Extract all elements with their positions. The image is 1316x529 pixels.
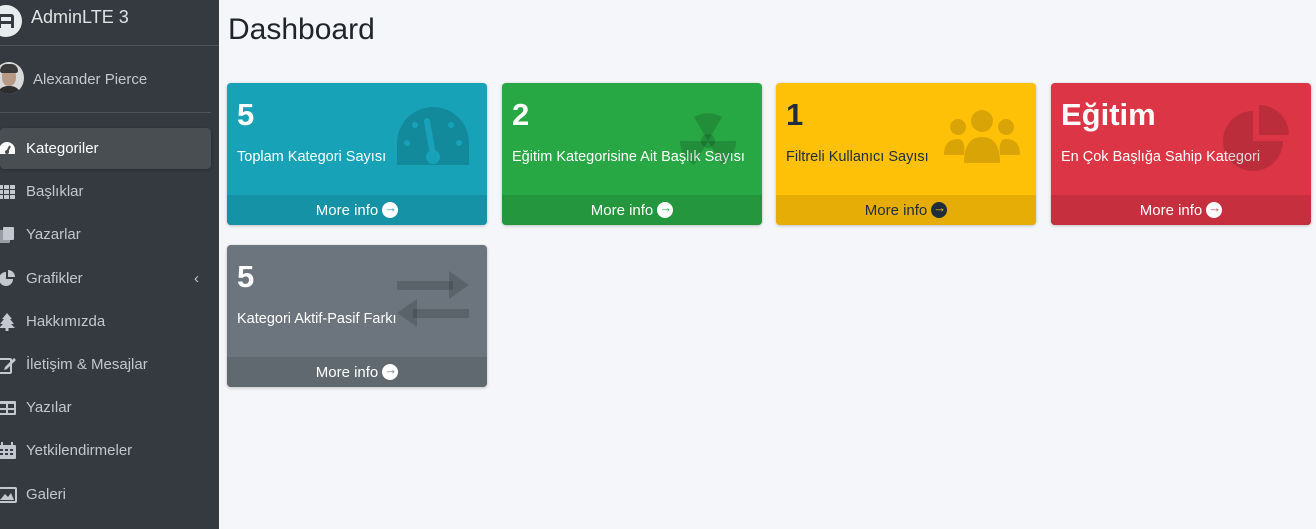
chart-pie-icon — [1223, 105, 1289, 171]
sidebar-item-grafikler[interactable]: Grafikler ‹ — [0, 258, 211, 299]
arrow-circle-right-icon — [382, 362, 399, 380]
tree-icon — [0, 312, 15, 331]
box-label: Kategori Aktif-Pasif Farkı — [237, 311, 397, 327]
tachometer-icon — [397, 107, 469, 165]
sidebar-item-label: Galeri — [26, 485, 67, 503]
chart-pie-icon — [0, 269, 15, 286]
copy-icon — [0, 227, 14, 244]
more-info-link[interactable]: More info — [1051, 195, 1311, 225]
more-info-label: More info — [315, 201, 379, 219]
table-icon — [0, 401, 16, 416]
more-info-label: More info — [315, 363, 379, 381]
user-name[interactable]: Alexander Pierce — [33, 71, 147, 88]
calendar-icon — [0, 442, 16, 460]
user-panel[interactable]: Alexander Pierce — [0, 46, 211, 113]
sidebar-item-iletisim[interactable]: İletişim & Mesajlar — [0, 344, 211, 385]
sidebar-item-basliklar[interactable]: Başlıklar — [0, 171, 211, 212]
small-box-egitim-baslik: 2 Eğitim Kategorisine Ait Başlık Sayısı … — [502, 83, 762, 225]
sidebar: AdminLTE 3 Alexander Pierce Kategoriler … — [0, 0, 219, 529]
users-icon — [944, 110, 1020, 163]
small-box-en-cok-baslik: Eğitim En Çok Başlığa Sahip Kategori Mor… — [1051, 83, 1311, 225]
arrow-circle-right-icon — [657, 200, 674, 218]
more-info-label: More info — [864, 201, 928, 219]
more-info-link[interactable]: More info — [502, 195, 762, 225]
adminlte-logo-icon — [0, 5, 22, 37]
arrow-circle-right-icon — [931, 200, 948, 218]
small-box-filtreli-kullanici: 1 Filtreli Kullanıcı Sayısı More info — [776, 83, 1036, 225]
sidebar-item-label: Yetkilendirmeler — [26, 442, 133, 460]
box-value: 5 — [237, 259, 255, 294]
box-label: Filtreli Kullanıcı Sayısı — [786, 149, 929, 165]
sidebar-item-yazarlar[interactable]: Yazarlar — [0, 214, 211, 255]
arrow-circle-right-icon — [382, 200, 399, 218]
tachometer-icon — [0, 142, 15, 154]
more-info-link[interactable]: More info — [227, 195, 487, 225]
box-label: Toplam Kategori Sayısı — [237, 149, 387, 165]
more-info-link[interactable]: More info — [776, 195, 1036, 225]
box-value: 1 — [786, 97, 804, 132]
sidebar-nav: Kategoriler Başlıklar Yazarlar Grafikler… — [0, 128, 219, 517]
more-info-label: More info — [590, 201, 654, 219]
sidebar-item-kategoriler[interactable]: Kategoriler — [0, 128, 211, 169]
page-title: Dashboard — [228, 13, 375, 46]
sidebar-item-label: Grafikler — [26, 269, 83, 287]
exchange-icon — [397, 271, 469, 327]
sidebar-item-label: Yazılar — [26, 399, 72, 417]
th-icon — [0, 185, 15, 200]
sidebar-item-label: Hakkımızda — [26, 312, 106, 330]
more-info-link[interactable]: More info — [227, 357, 487, 387]
sidebar-item-label: Kategoriler — [26, 140, 99, 157]
sidebar-item-label: Başlıklar — [26, 183, 84, 201]
box-value: 2 — [512, 97, 530, 132]
arrow-circle-right-icon — [1206, 200, 1223, 218]
sidebar-item-galeri[interactable]: Galeri — [0, 474, 211, 515]
image-icon — [0, 486, 17, 503]
radiation-icon — [680, 113, 736, 165]
small-box-aktif-pasif: 5 Kategori Aktif-Pasif Farkı More info — [227, 245, 487, 387]
sidebar-item-hakkimizda[interactable]: Hakkımızda — [0, 301, 211, 342]
sidebar-item-label: İletişim & Mesajlar — [26, 355, 148, 373]
box-value: Eğitim — [1061, 97, 1156, 132]
sidebar-item-yetkilendirmeler[interactable]: Yetkilendirmeler — [0, 430, 211, 471]
sidebar-item-yazilar[interactable]: Yazılar — [0, 387, 211, 428]
chevron-left-icon[interactable]: ‹ — [194, 270, 199, 287]
brand-link[interactable]: AdminLTE 3 — [0, 0, 219, 46]
edit-icon — [0, 357, 16, 374]
sidebar-item-label: Yazarlar — [26, 226, 81, 244]
user-avatar — [0, 62, 24, 94]
small-box-kategori-sayisi: 5 Toplam Kategori Sayısı More info — [227, 83, 487, 225]
brand-title: AdminLTE 3 — [31, 7, 129, 27]
more-info-label: More info — [1139, 201, 1203, 219]
box-value: 5 — [237, 97, 255, 132]
